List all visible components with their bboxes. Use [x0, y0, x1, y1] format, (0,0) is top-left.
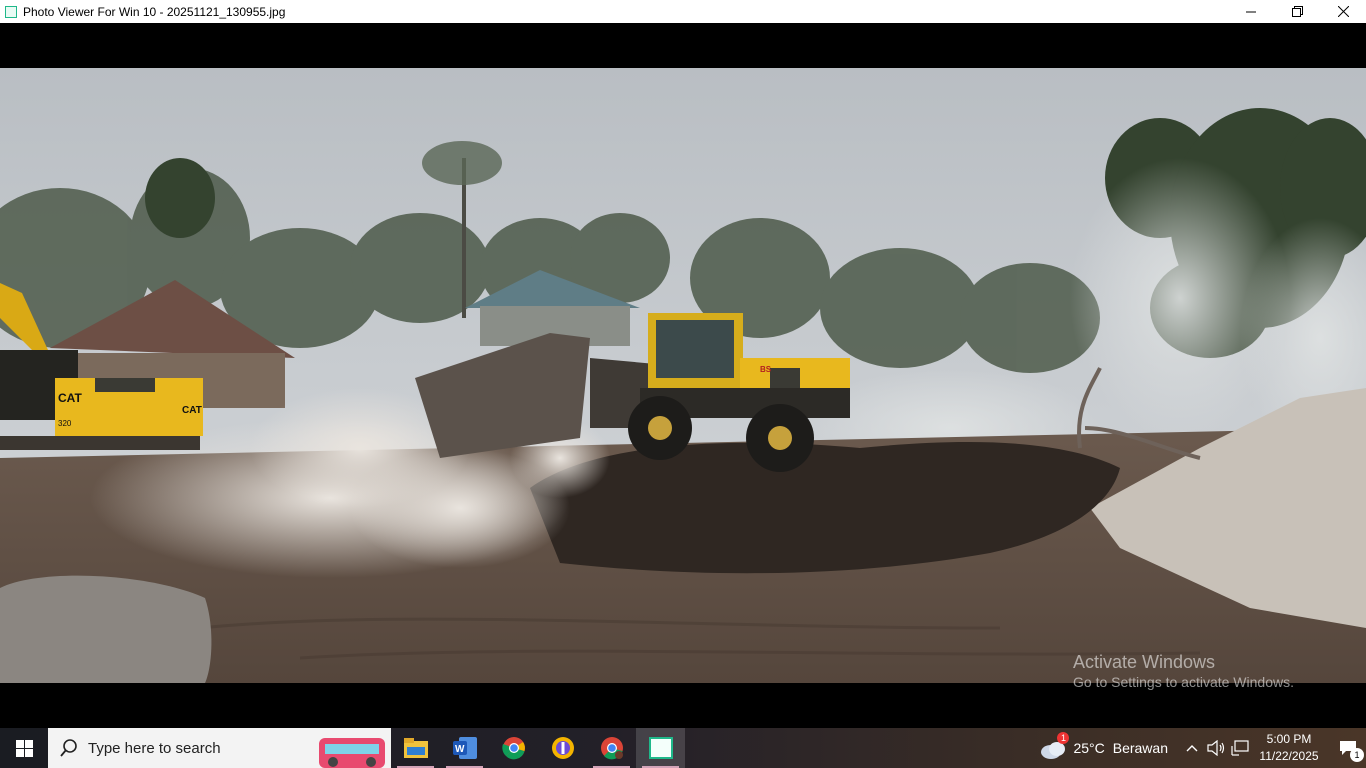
title-bar[interactable]: Photo Viewer For Win 10 - 20251121_13095…	[0, 0, 1366, 23]
search-highlight-illustration	[319, 738, 385, 768]
clock-date: 11/22/2025	[1259, 749, 1319, 763]
taskbar-file-explorer[interactable]	[391, 728, 440, 768]
restore-button[interactable]	[1274, 0, 1320, 23]
notification-count-badge: 1	[1350, 748, 1364, 762]
action-center-button[interactable]: 1	[1330, 728, 1366, 768]
start-button[interactable]	[0, 728, 48, 768]
image-viewer-area[interactable]: CAT 320 CAT BS Activate Windows Go to Se…	[0, 23, 1366, 728]
close-icon	[1337, 6, 1349, 17]
chrome-profile-icon	[600, 737, 623, 760]
taskbar-photo-viewer[interactable]	[636, 728, 685, 768]
minimize-button[interactable]	[1228, 0, 1274, 23]
search-placeholder: Type here to search	[88, 739, 221, 757]
taskbar-chrome-profile[interactable]	[587, 728, 636, 768]
word-icon: W	[452, 737, 477, 759]
system-tray: 1 25°C Berawan 5:00 PM 11/22/2025 1	[1039, 728, 1366, 768]
taskbar-chrome[interactable]	[489, 728, 538, 768]
excavator-side-label: CAT	[182, 405, 202, 416]
show-hidden-icons-button[interactable]	[1180, 728, 1204, 768]
network-button[interactable]	[1228, 728, 1252, 768]
weather-widget[interactable]: 1 25°C Berawan	[1039, 732, 1168, 760]
taskbar-word[interactable]: W	[440, 728, 489, 768]
photo-viewer-icon	[648, 737, 673, 759]
window-controls	[1228, 0, 1366, 23]
windows-logo-icon	[15, 739, 33, 757]
excavator-model-label: 320	[58, 419, 72, 428]
weather-condition: Berawan	[1112, 740, 1168, 756]
clock-time: 5:00 PM	[1266, 732, 1312, 746]
speaker-icon	[1207, 740, 1225, 756]
window-title: Photo Viewer For Win 10 - 20251121_13095…	[23, 4, 286, 19]
taskbar-clock[interactable]: 5:00 PM 11/22/2025	[1258, 731, 1320, 765]
svg-text:W: W	[455, 744, 465, 755]
photo-viewer-app-icon[interactable]	[5, 5, 17, 18]
loader-model-label: BS	[760, 365, 772, 374]
taskbar-search-box[interactable]: Type here to search	[48, 728, 391, 768]
restore-icon	[1291, 6, 1303, 17]
weather-alert-badge: 1	[1057, 732, 1070, 744]
file-explorer-icon	[403, 738, 428, 758]
displayed-photo[interactable]: CAT 320 CAT BS	[0, 68, 1366, 683]
close-button[interactable]	[1320, 0, 1366, 23]
taskbar-browser[interactable]	[538, 728, 587, 768]
chrome-icon	[501, 737, 525, 760]
network-icon	[1231, 740, 1249, 756]
chevron-up-icon	[1186, 745, 1198, 752]
search-icon	[60, 739, 77, 757]
taskbar-pinned-apps: W	[391, 728, 685, 768]
volume-button[interactable]	[1204, 728, 1228, 768]
minimize-icon	[1246, 11, 1256, 12]
photo-image: CAT 320 CAT BS	[0, 68, 1366, 683]
taskbar: Type here to search W 1 25°C Berawan 5:0…	[0, 728, 1366, 768]
cloud-icon: 1	[1039, 732, 1070, 760]
browser-icon	[551, 737, 574, 759]
weather-temperature: 25°C	[1073, 740, 1105, 756]
excavator-brand-label: CAT	[58, 391, 82, 405]
